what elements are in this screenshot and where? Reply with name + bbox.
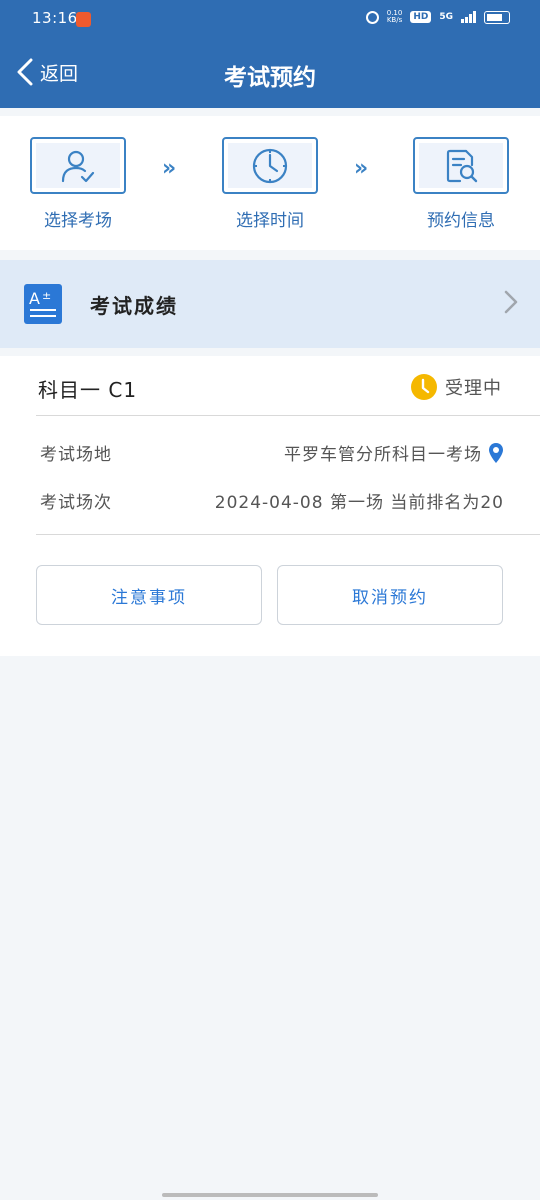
document-search-icon <box>446 149 478 182</box>
step-select-venue[interactable]: 选择考场 <box>23 137 133 231</box>
venue-label: 考试场地 <box>40 445 112 465</box>
svg-text:±: ± <box>42 289 51 302</box>
status-bar: 13:16 0.10 KB/s HD 5G <box>0 0 540 38</box>
step-icon-box <box>30 137 126 194</box>
network-speed: 0.10 KB/s <box>387 10 403 24</box>
status-indicators: 0.10 KB/s HD 5G <box>365 10 510 24</box>
chevron-left-icon <box>17 58 33 86</box>
clock-icon <box>411 374 437 400</box>
user-check-icon <box>61 150 95 182</box>
step-booking-info[interactable]: 预约信息 <box>406 137 516 231</box>
step-label: 选择考场 <box>44 211 112 231</box>
session-label: 考试场次 <box>40 493 112 513</box>
notification-app-icon <box>76 12 91 27</box>
notice-button[interactable]: 注意事项 <box>36 565 262 625</box>
step-icon-box <box>413 137 509 194</box>
signal-5g-label: 5G <box>439 12 453 22</box>
clock-icon <box>252 148 288 183</box>
chevron-right-icon <box>504 290 518 314</box>
back-label: 返回 <box>40 62 79 85</box>
page-title: 考试预约 <box>224 65 316 91</box>
network-speed-unit: KB/s <box>386 16 403 24</box>
back-button[interactable]: 返回 <box>16 58 78 86</box>
exam-score-label: 考试成绩 <box>90 294 178 318</box>
venue-value[interactable]: 平罗车管分所科目一考场 <box>284 440 504 465</box>
exam-subject: 科目一 C1 <box>38 378 138 402</box>
alarm-icon <box>365 10 379 24</box>
session-value: 2024-04-08 第一场 当前排名为20 <box>214 493 504 513</box>
step-arrow-icon: » <box>162 156 177 181</box>
grade-icon: A ± <box>24 284 62 324</box>
status-badge: 受理中 <box>411 374 502 400</box>
cancel-booking-button[interactable]: 取消预约 <box>277 565 503 625</box>
status-time: 13:16 <box>32 9 78 27</box>
step-select-time[interactable]: 选择时间 <box>215 137 325 231</box>
exam-score-entry[interactable]: A ± 考试成绩 <box>0 260 540 348</box>
svg-text:A: A <box>29 289 40 308</box>
app-header: 13:16 0.10 KB/s HD 5G 返回 考试预约 <box>0 0 540 108</box>
divider <box>36 534 540 535</box>
step-label: 预约信息 <box>427 211 495 231</box>
location-pin-icon <box>489 442 503 463</box>
step-icon-box <box>222 137 318 194</box>
hd-icon: HD <box>410 11 432 23</box>
status-label: 受理中 <box>445 378 502 399</box>
booking-card: 科目一 C1 受理中 考试场地 平罗车管分所科目一考场 考试场次 2024-04… <box>0 356 540 656</box>
battery-icon <box>484 10 510 24</box>
step-arrow-icon: » <box>354 156 369 181</box>
divider <box>36 415 540 416</box>
booking-steps: 选择考场 » 选择时间 » 预约信息 <box>0 116 540 250</box>
venue-name: 平罗车管分所科目一考场 <box>284 445 482 465</box>
home-indicator[interactable] <box>162 1193 378 1197</box>
signal-bars-icon <box>461 11 476 23</box>
step-label: 选择时间 <box>236 211 304 231</box>
